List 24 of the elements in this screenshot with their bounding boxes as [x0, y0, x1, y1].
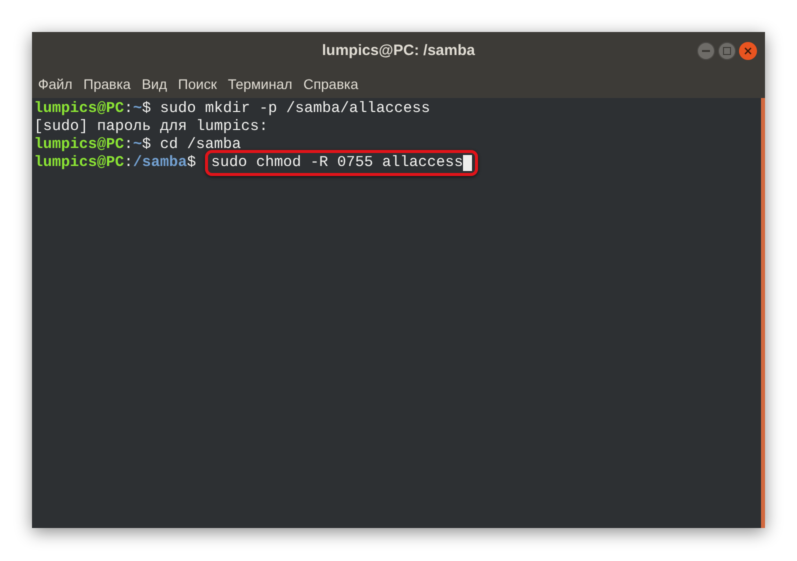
- prompt-user: lumpics@PC: [34, 154, 124, 172]
- menu-item[interactable]: Терминал: [228, 74, 292, 94]
- close-button[interactable]: [739, 42, 757, 60]
- terminal-text: [sudo] пароль для lumpics:: [34, 118, 268, 136]
- highlighted-command: sudo chmod -R 0755 allaccess: [205, 150, 478, 176]
- terminal-text: :: [124, 154, 134, 172]
- minimize-button[interactable]: [697, 42, 715, 60]
- prompt-path: /samba: [133, 154, 188, 172]
- menu-item[interactable]: Поиск: [178, 74, 217, 94]
- terminal-text: :: [124, 136, 134, 154]
- menu-item[interactable]: Файл: [38, 74, 72, 94]
- prompt-user: lumpics@PC: [34, 136, 124, 154]
- terminal-text: $ sudo mkdir -p /samba/allaccess: [142, 100, 430, 118]
- menu-item[interactable]: Справка: [303, 74, 358, 94]
- menu-item[interactable]: Правка: [83, 74, 131, 94]
- terminal-text: :: [124, 100, 134, 118]
- window-title: lumpics@PC: /samba: [322, 40, 475, 61]
- prompt-path: ~: [133, 100, 142, 118]
- close-icon: [744, 47, 752, 55]
- menu-item[interactable]: Вид: [142, 74, 168, 94]
- maximize-button[interactable]: [718, 42, 736, 60]
- terminal-text: $: [187, 154, 196, 172]
- prompt-user: lumpics@PC: [34, 100, 124, 118]
- prompt-path: ~: [133, 136, 142, 154]
